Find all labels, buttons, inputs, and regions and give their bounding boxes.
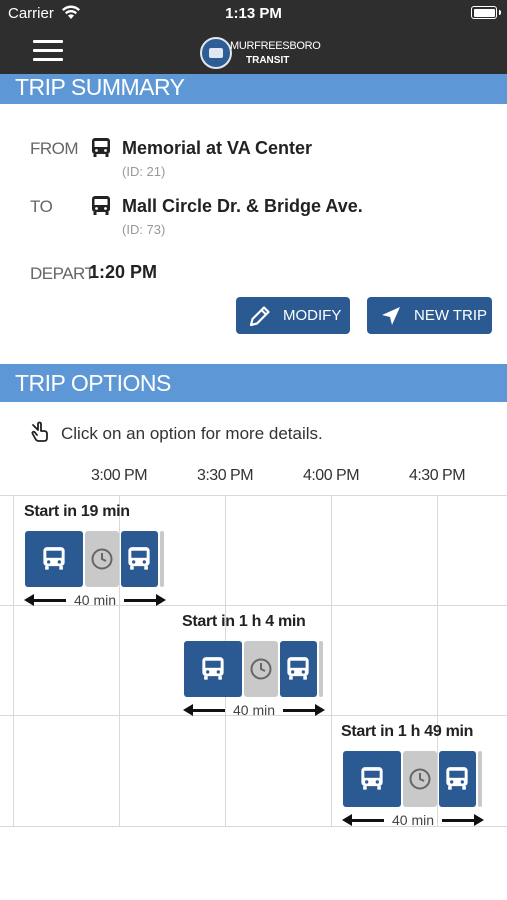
- modify-label: MODIFY: [283, 307, 342, 324]
- modify-button[interactable]: MODIFY: [236, 297, 350, 334]
- to-stop-name: Mall Circle Dr. & Bridge Ave.: [122, 196, 363, 216]
- walk-segment: [319, 641, 323, 697]
- bus-icon: [92, 138, 110, 157]
- bus-segment: [25, 531, 83, 587]
- walk-segment: [160, 531, 164, 587]
- new-trip-label: NEW TRIP: [414, 307, 488, 324]
- arrow-right-icon: [156, 594, 166, 606]
- clock-icon: [250, 658, 272, 680]
- arrow-right-icon: [474, 814, 484, 826]
- timeline-tick: 4:30 PM: [408, 467, 466, 484]
- grid-line: [13, 495, 14, 827]
- hint-text: Click on an option for more details.: [61, 424, 323, 443]
- from-stop-id: (ID: 21): [122, 164, 166, 179]
- logo-seal-icon: [200, 37, 232, 69]
- logo-line2: TRANSIT: [246, 55, 290, 66]
- trip-summary-header: TRIP SUMMARY: [0, 74, 507, 104]
- grid-divider: [0, 495, 507, 496]
- logo-line1: MURFREESBORO: [230, 40, 321, 52]
- trip-option-1[interactable]: Start in 19 min 40 min: [24, 503, 169, 611]
- bus-icon: [92, 196, 110, 215]
- trip-options-header: TRIP OPTIONS: [0, 364, 507, 402]
- timeline-tick: 3:00 PM: [90, 467, 148, 484]
- grid-line: [331, 495, 332, 827]
- pencil-icon: [249, 306, 270, 327]
- to-label: TO: [30, 197, 53, 216]
- option-duration: 40 min: [73, 592, 117, 608]
- option-duration: 40 min: [391, 812, 435, 828]
- hamburger-menu-icon[interactable]: [33, 40, 63, 64]
- transit-logo: MURFREESBORO TRANSIT: [200, 36, 321, 70]
- walk-segment: [478, 751, 482, 807]
- bus-icon: [202, 657, 224, 680]
- battery-icon: [471, 6, 501, 19]
- from-label: FROM: [30, 139, 79, 158]
- option-start-time: Start in 1 h 49 min: [341, 723, 474, 740]
- wait-segment: [244, 641, 278, 697]
- wait-segment: [85, 531, 119, 587]
- pointing-hand-icon: [31, 421, 48, 442]
- status-time: 1:13 PM: [225, 5, 282, 22]
- bus-segment: [121, 531, 158, 587]
- bus-icon: [43, 547, 65, 570]
- bus-icon: [361, 767, 383, 790]
- trip-option-2[interactable]: Start in 1 h 4 min 40 min: [182, 613, 327, 721]
- wait-segment: [403, 751, 437, 807]
- bus-segment: [280, 641, 317, 697]
- duration-indicator: 40 min: [183, 702, 325, 718]
- bus-icon: [128, 547, 150, 570]
- navigation-arrow-icon: [382, 307, 400, 325]
- clock-icon: [409, 768, 431, 790]
- status-bar: Carrier 1:13 PM: [0, 0, 507, 28]
- clock-icon: [91, 548, 113, 570]
- arrow-right-icon: [315, 704, 325, 716]
- depart-time: 1:20 PM: [89, 262, 158, 282]
- bus-segment: [343, 751, 401, 807]
- bus-segment: [184, 641, 242, 697]
- bus-icon: [446, 767, 468, 790]
- depart-label: DEPART: [30, 264, 95, 283]
- to-stop-id: (ID: 73): [122, 222, 166, 237]
- option-start-time: Start in 1 h 4 min: [182, 613, 306, 630]
- option-duration: 40 min: [232, 702, 276, 718]
- from-stop-name: Memorial at VA Center: [122, 138, 313, 158]
- bus-segment: [439, 751, 476, 807]
- trip-option-3[interactable]: Start in 1 h 49 min 40 min: [341, 723, 486, 831]
- duration-indicator: 40 min: [342, 812, 484, 828]
- timeline-tick: 4:00 PM: [302, 467, 360, 484]
- timeline-tick: 3:30 PM: [196, 467, 254, 484]
- new-trip-button[interactable]: NEW TRIP: [367, 297, 492, 334]
- option-start-time: Start in 19 min: [24, 503, 130, 520]
- duration-indicator: 40 min: [24, 592, 166, 608]
- bus-icon: [287, 657, 309, 680]
- top-bar: Carrier 1:13 PM MURFREESBORO TRANSIT: [0, 0, 507, 79]
